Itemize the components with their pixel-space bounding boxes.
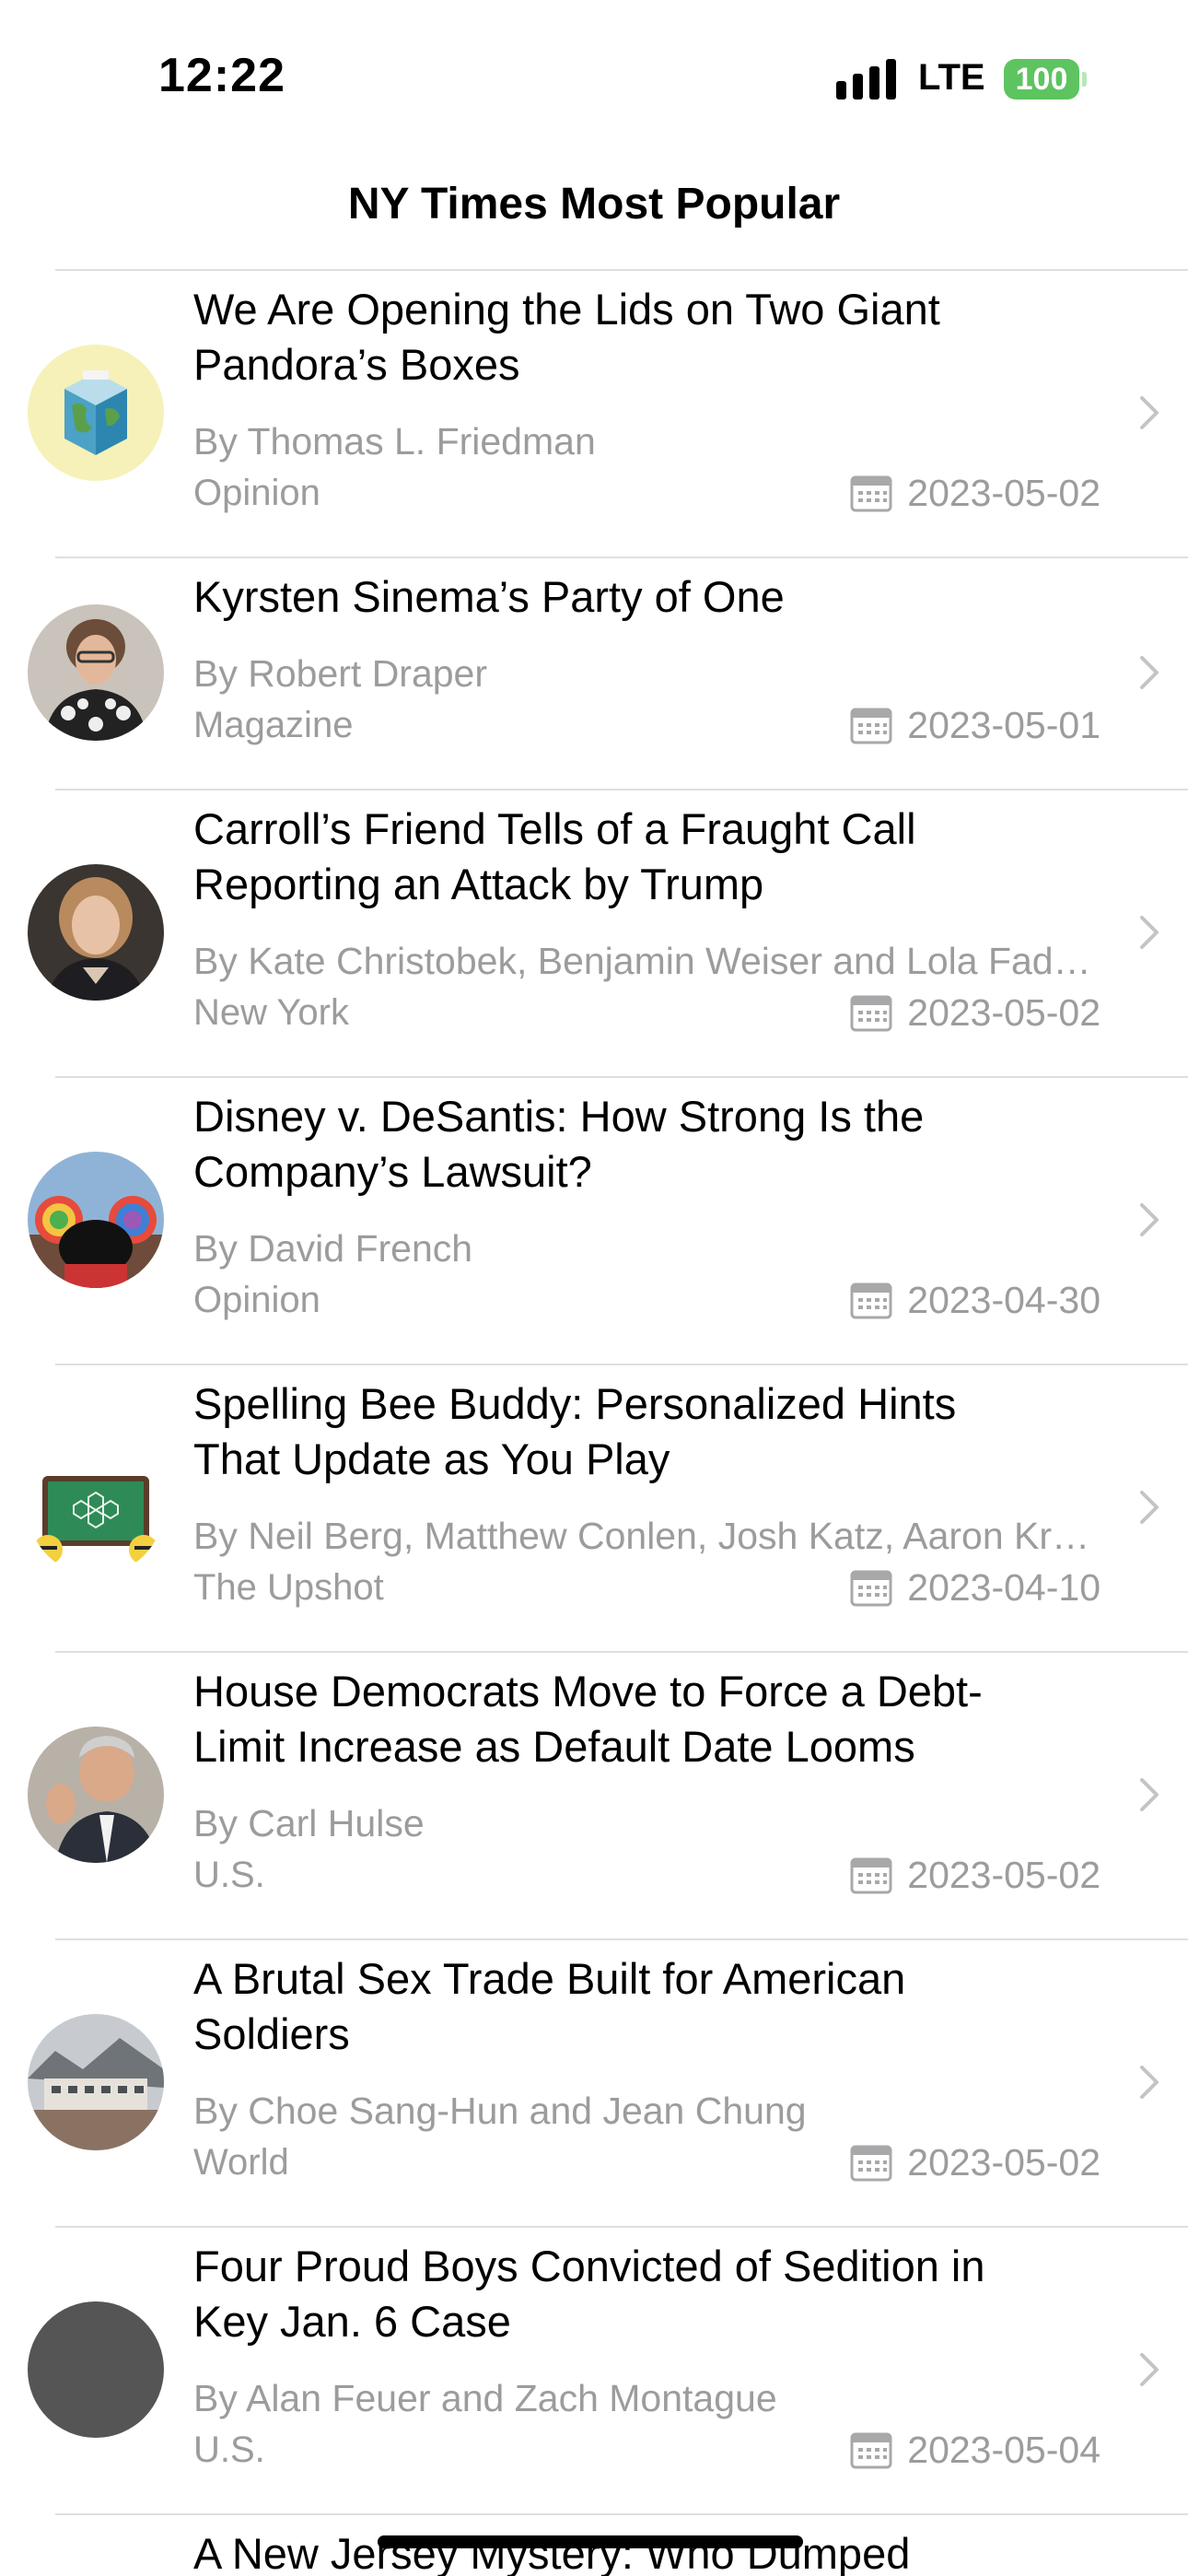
calendar-icon xyxy=(850,1857,892,1894)
calendar-icon xyxy=(850,1282,892,1319)
article-row[interactable]: Disney v. DeSantis: How Strong Is the Co… xyxy=(0,1076,1188,1364)
chevron-right-icon[interactable] xyxy=(1138,654,1160,691)
article-byline: By Choe Sang-Hun and Jean Chung xyxy=(193,2090,807,2132)
article-section: Magazine xyxy=(193,705,354,745)
article-section: The Upshot xyxy=(193,1567,384,1608)
article-date: 2023-05-02 xyxy=(907,2140,1101,2184)
row-separator xyxy=(55,789,1188,790)
article-date-group: 2023-05-02 xyxy=(850,989,1101,1036)
article-title[interactable]: Spelling Bee Buddy: Personalized Hints T… xyxy=(193,1376,1050,1487)
calendar-icon xyxy=(850,2145,892,2182)
row-separator xyxy=(55,269,1188,271)
navigation-bar: NY Times Most Popular xyxy=(0,138,1188,269)
calendar-icon xyxy=(850,708,892,744)
article-date-group: 2023-04-30 xyxy=(850,1277,1101,1323)
article-section: Opinion xyxy=(193,473,320,513)
article-row[interactable]: Kyrsten Sinema’s Party of One By Robert … xyxy=(0,556,1188,789)
article-section: U.S. xyxy=(193,1855,265,1895)
row-separator xyxy=(55,1651,1188,1653)
article-thumbnail xyxy=(28,1727,164,1863)
row-separator xyxy=(55,1364,1188,1365)
article-byline: By Carl Hulse xyxy=(193,1802,425,1844)
article-byline: By Kate Christobek, Benjamin Weiser and … xyxy=(193,940,1101,982)
article-section: New York xyxy=(193,992,349,1033)
article-date-group: 2023-05-02 xyxy=(850,1852,1101,1898)
article-date: 2023-05-02 xyxy=(907,471,1101,514)
article-date-group: 2023-04-10 xyxy=(850,1564,1101,1610)
article-date: 2023-05-04 xyxy=(907,2428,1101,2471)
article-date-group: 2023-05-02 xyxy=(850,2139,1101,2185)
chevron-right-icon[interactable] xyxy=(1138,1201,1160,1238)
article-title[interactable]: House Democrats Move to Force a Debt-Lim… xyxy=(193,1664,1050,1774)
status-bar: 12:22 LTE 100 xyxy=(0,0,1188,138)
row-separator xyxy=(55,2226,1188,2228)
article-thumbnail xyxy=(28,345,164,481)
article-date-group: 2023-05-02 xyxy=(850,470,1101,516)
article-title[interactable]: Disney v. DeSantis: How Strong Is the Co… xyxy=(193,1089,1050,1200)
row-separator xyxy=(55,1938,1188,1940)
row-separator xyxy=(55,1076,1188,1078)
home-indicator[interactable] xyxy=(378,2535,803,2548)
network-type: LTE xyxy=(918,57,985,98)
article-title[interactable]: We Are Opening the Lids on Two Giant Pan… xyxy=(193,282,1050,392)
article-title[interactable]: Four Proud Boys Convicted of Sedition in… xyxy=(193,2239,1050,2349)
article-title[interactable]: Kyrsten Sinema’s Party of One xyxy=(193,569,1050,625)
row-separator xyxy=(55,556,1188,558)
signal-strength-icon xyxy=(836,59,897,100)
article-thumbnail xyxy=(28,1152,164,1288)
article-thumbnail xyxy=(28,2301,164,2438)
article-byline: By Robert Draper xyxy=(193,652,488,695)
calendar-icon xyxy=(850,995,892,1032)
article-date: 2023-04-10 xyxy=(907,1565,1101,1609)
article-title[interactable]: Carroll’s Friend Tells of a Fraught Call… xyxy=(193,802,1050,912)
article-date-group: 2023-05-04 xyxy=(850,2427,1101,2473)
article-thumbnail xyxy=(28,2014,164,2150)
article-row[interactable]: House Democrats Move to Force a Debt-Lim… xyxy=(0,1651,1188,1938)
chevron-right-icon[interactable] xyxy=(1138,2064,1160,2101)
article-thumbnail xyxy=(28,604,164,741)
article-thumbnail xyxy=(28,1439,164,1575)
chevron-right-icon[interactable] xyxy=(1138,394,1160,431)
page-title: NY Times Most Popular xyxy=(347,180,841,228)
article-title[interactable]: A Brutal Sex Trade Built for American So… xyxy=(193,1951,1050,2062)
battery-tip xyxy=(1082,72,1087,87)
article-row[interactable]: We Are Opening the Lids on Two Giant Pan… xyxy=(0,269,1188,556)
article-byline: By Alan Feuer and Zach Montague xyxy=(193,2377,777,2419)
battery-icon: 100 xyxy=(1004,59,1079,100)
calendar-icon xyxy=(850,1570,892,1607)
article-byline: By David French xyxy=(193,1227,473,1270)
article-date: 2023-05-02 xyxy=(907,1853,1101,1896)
article-date: 2023-04-30 xyxy=(907,1278,1101,1321)
article-row[interactable]: A Brutal Sex Trade Built for American So… xyxy=(0,1938,1188,2226)
chevron-right-icon[interactable] xyxy=(1138,2351,1160,2388)
article-row[interactable]: Four Proud Boys Convicted of Sedition in… xyxy=(0,2226,1188,2513)
chevron-right-icon[interactable] xyxy=(1138,1489,1160,1526)
article-date: 2023-05-01 xyxy=(907,703,1101,746)
article-thumbnail xyxy=(28,864,164,1001)
article-row[interactable]: Spelling Bee Buddy: Personalized Hints T… xyxy=(0,1364,1188,1651)
article-byline: By Neil Berg, Matthew Conlen, Josh Katz,… xyxy=(193,1515,1101,1557)
row-separator xyxy=(55,2513,1188,2515)
article-section: World xyxy=(193,2142,289,2183)
article-row[interactable]: Carroll’s Friend Tells of a Fraught Call… xyxy=(0,789,1188,1076)
calendar-icon xyxy=(850,2432,892,2469)
article-date-group: 2023-05-01 xyxy=(850,702,1101,748)
article-section: U.S. xyxy=(193,2430,265,2470)
chevron-right-icon[interactable] xyxy=(1138,914,1160,951)
calendar-icon xyxy=(850,475,892,512)
article-title[interactable]: A New Jersey Mystery: Who Dumped xyxy=(193,2526,1114,2576)
article-byline: By Thomas L. Friedman xyxy=(193,420,596,463)
status-time: 12:22 xyxy=(158,49,285,102)
article-date: 2023-05-02 xyxy=(907,990,1101,1034)
article-section: Opinion xyxy=(193,1280,320,1320)
chevron-right-icon[interactable] xyxy=(1138,1776,1160,1813)
